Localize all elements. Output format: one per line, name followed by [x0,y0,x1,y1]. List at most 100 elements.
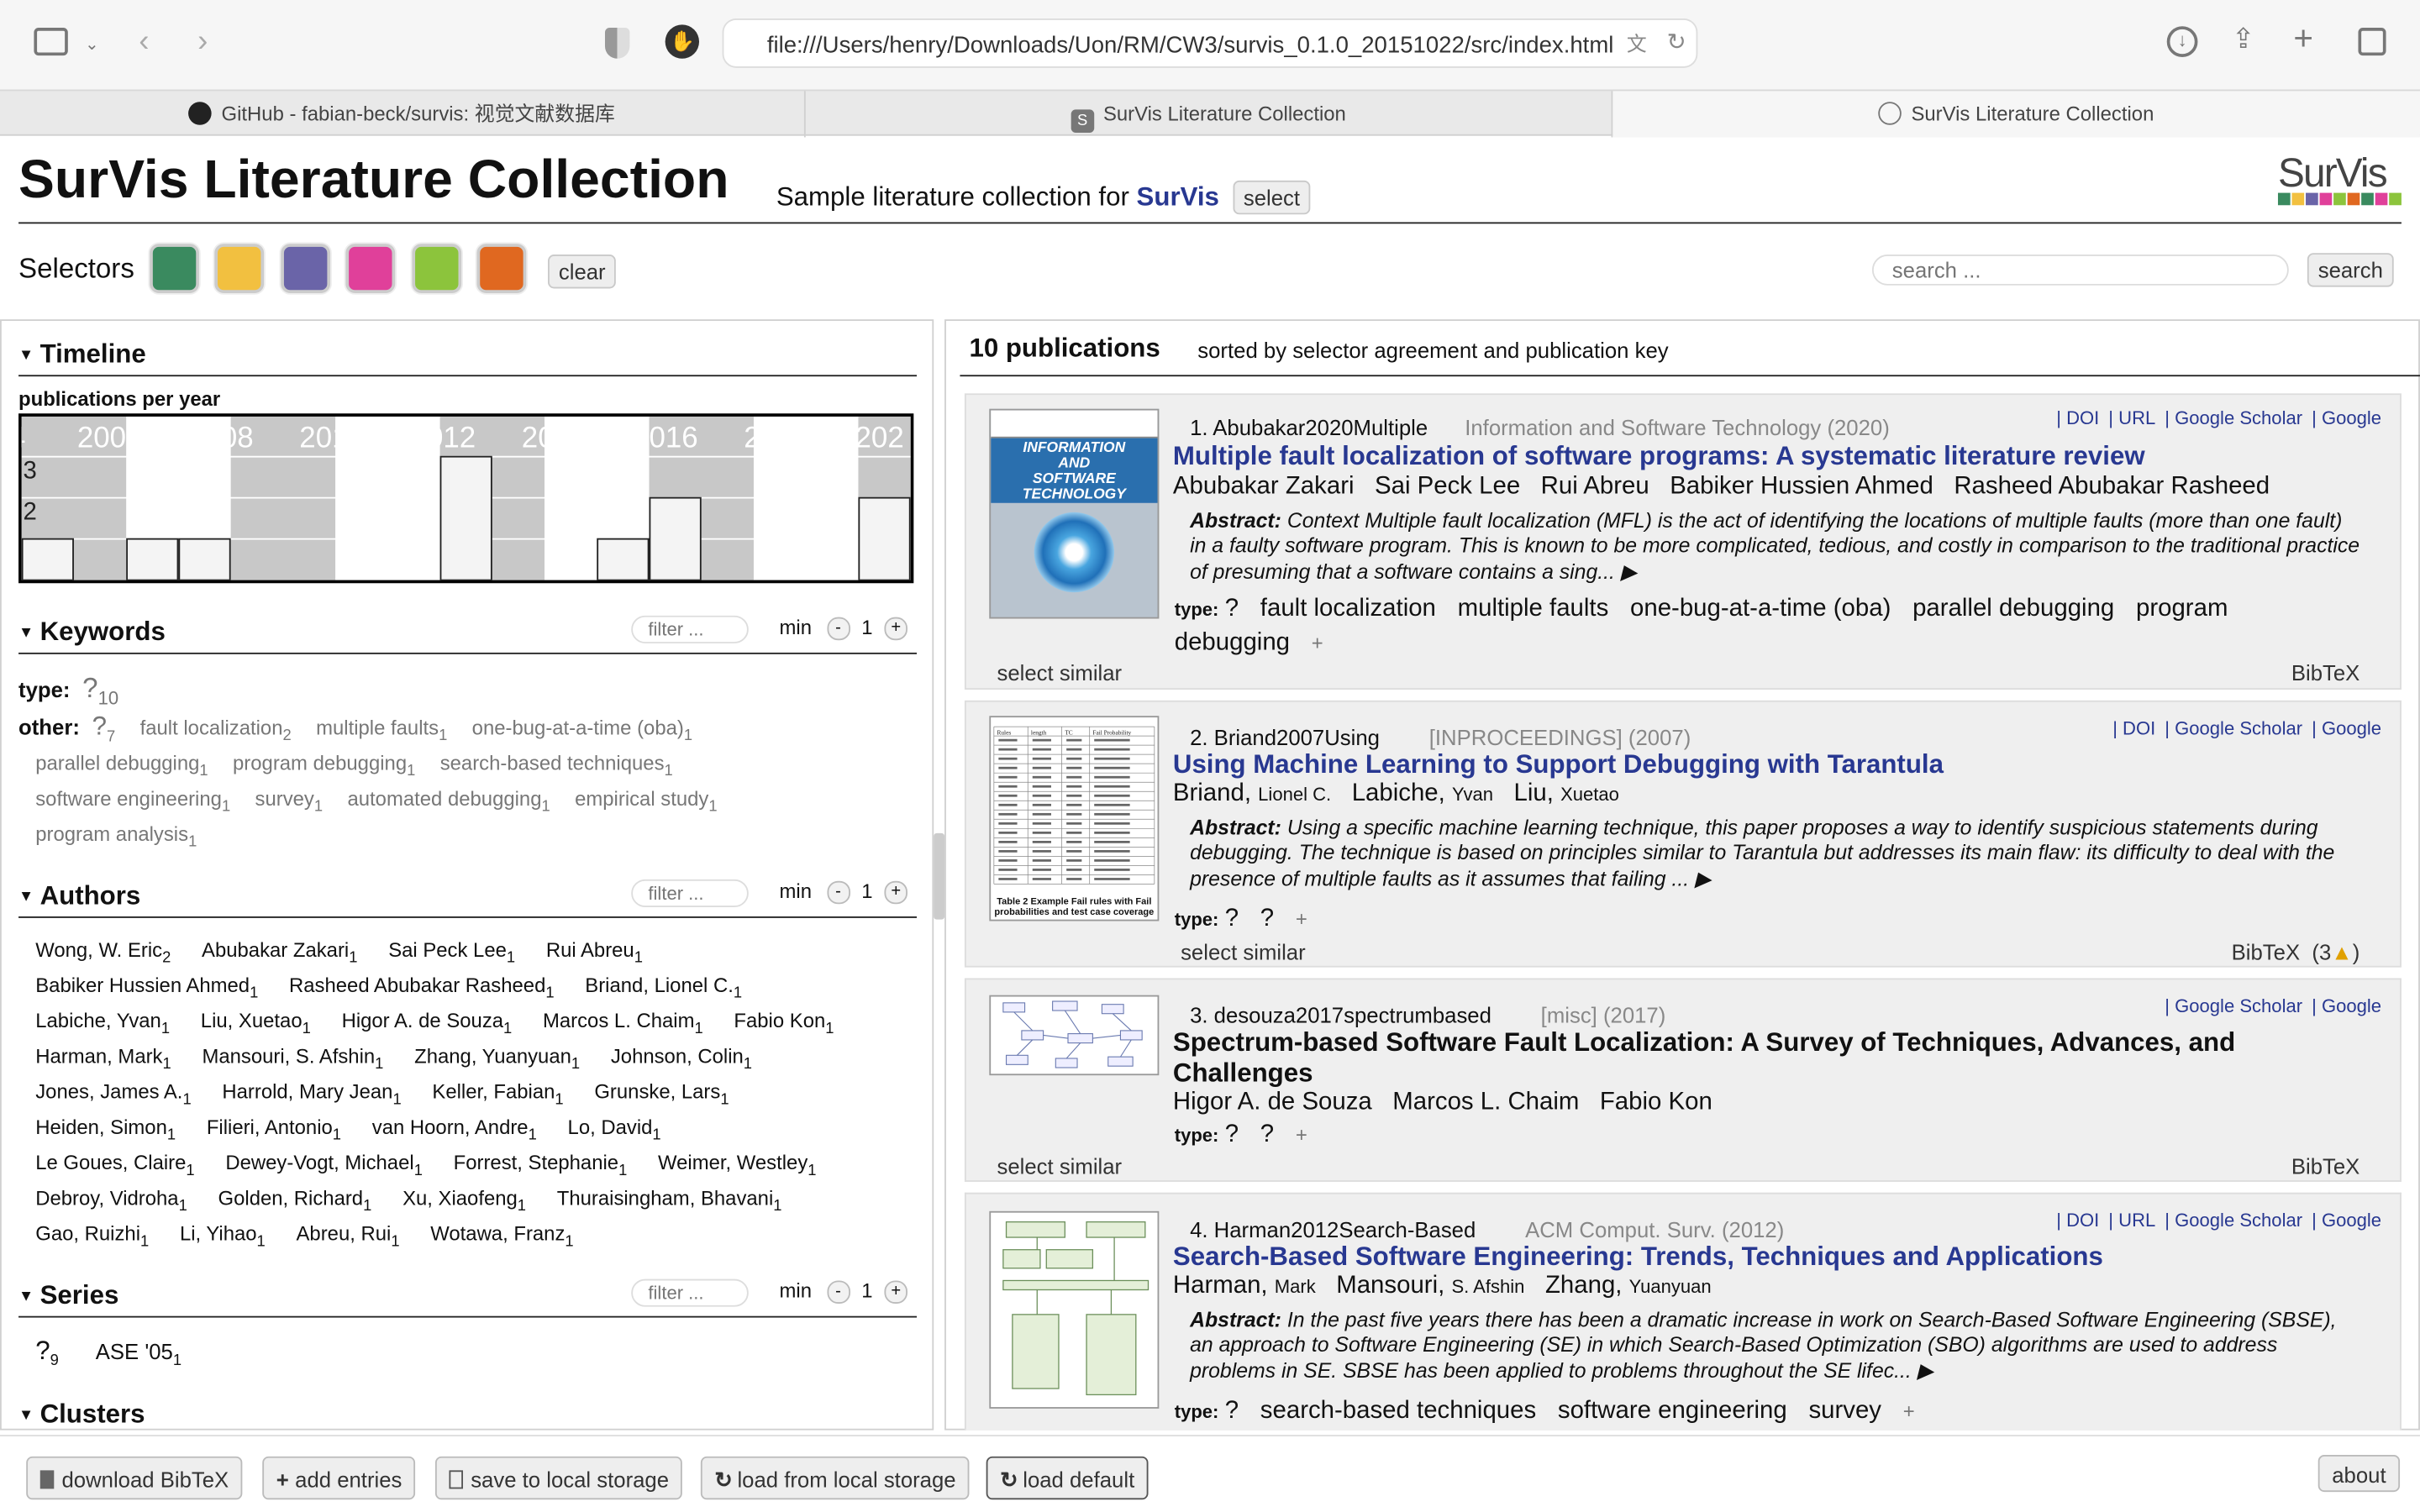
privacy-shield-icon[interactable] [604,28,630,59]
url-link[interactable]: | URL [2108,1210,2155,1231]
authors-filter-input[interactable] [631,879,749,907]
min-decrement-button[interactable]: - [826,617,850,641]
tag[interactable]: ? [1225,596,1239,622]
author-item[interactable]: Weimer, Westley1 [658,1151,816,1179]
clusters-header[interactable]: ▼ Clusters [18,1399,917,1436]
bibtex-link[interactable]: BibTeX [2291,1154,2360,1179]
reload-icon[interactable]: ↻ [1667,28,1686,59]
timeline-bar-2007[interactable] [178,538,231,581]
timeline-bar-2020[interactable] [858,496,911,581]
entry-title[interactable]: Spectrum-based Software Fault Localizati… [1173,1027,2346,1089]
tab-github[interactable]: GitHub - fabian-beck/survis: 视觉文献数据库 [0,91,806,138]
author-item[interactable]: Zhang, Yuanyuan1 [414,1044,580,1073]
timeline-bar-2004[interactable] [21,538,74,581]
min-increment-button[interactable]: + [884,617,908,641]
author-item[interactable]: Harrold, Mary Jean1 [222,1080,401,1109]
keyword-item[interactable]: program analysis1 [35,822,197,851]
author-item[interactable]: Golden, Richard1 [218,1186,372,1215]
keyword-item[interactable]: search-based techniques1 [440,751,673,780]
tag[interactable]: software engineering [1558,1398,1787,1424]
sidebar-toggle-icon[interactable] [34,28,68,56]
url-link[interactable]: | URL [2108,407,2155,429]
share-icon[interactable]: ⇪ [2232,24,2255,55]
select-similar-link[interactable]: select similar [997,1154,1123,1179]
add-tag-button[interactable]: + [1296,1123,1307,1147]
tag[interactable]: multiple faults [1458,596,1609,622]
download-bibtex-button[interactable]: download BibTeX [26,1456,243,1500]
tag[interactable]: one-bug-at-a-time (oba) [1630,596,1891,622]
keywords-filter-input[interactable] [631,615,749,643]
publication-entry[interactable]: INFORMATION AND SOFTWARE TECHNOLOGY 1. A… [964,393,2402,690]
add-entries-button[interactable]: + add entries [262,1456,416,1500]
add-tag-button[interactable]: + [1903,1399,1915,1423]
timeline-chart[interactable]: 4 2006 2008 2010 2012 2014 2016 2018 202 3 2 [9,413,963,584]
min-decrement-button[interactable]: - [826,1280,850,1305]
author-item[interactable]: Thuraisingham, Bhavani1 [557,1186,782,1215]
min-increment-button[interactable]: + [884,1280,908,1305]
tag[interactable]: ? [1260,906,1274,932]
author-item[interactable]: Abreu, Rui1 [297,1222,400,1251]
author-item[interactable]: Wong, W. Eric2 [35,938,171,967]
min-decrement-button[interactable]: - [826,880,850,905]
author-item[interactable]: Fabio Kon1 [734,1009,834,1037]
keyword-item[interactable]: survey1 [255,787,324,816]
keyword-item[interactable]: parallel debugging1 [35,751,208,780]
clear-selectors-button[interactable]: clear [548,255,617,289]
tag[interactable]: parallel debugging [1912,596,2114,622]
search-input[interactable] [1871,255,2289,286]
hand-icon[interactable]: ✋ [665,24,700,59]
author-item[interactable]: Rui Abreu1 [546,938,643,967]
selector-swatch[interactable] [281,244,331,293]
save-local-button[interactable]: save to local storage [434,1456,683,1500]
author-item[interactable]: Filieri, Antonio1 [207,1116,341,1144]
keyword-item[interactable]: multiple faults1 [316,716,447,744]
author-item[interactable]: Le Goues, Claire1 [35,1151,194,1179]
chevron-down-icon[interactable]: ⌄ [85,29,99,60]
author-item[interactable]: Abubakar Zakari1 [202,938,357,967]
keyword-item[interactable]: fault localization2 [140,716,292,744]
translate-icon[interactable]: 文 [1627,29,1647,60]
keyword-item[interactable]: program debugging1 [233,751,415,780]
tag[interactable]: ? [1225,906,1239,932]
author-item[interactable]: Briand, Lionel C.1 [585,974,742,1002]
entry-title[interactable]: Using Machine Learning to Support Debugg… [1173,750,1944,781]
search-button[interactable]: search [2307,253,2394,287]
new-tab-icon[interactable]: + [2293,21,2313,55]
add-tag-button[interactable]: + [1312,631,1323,654]
google-scholar-link[interactable]: | Google Scholar [2165,407,2302,429]
select-similar-link[interactable]: select similar [1181,940,1306,964]
entry-title[interactable]: Multiple fault localization of software … [1173,441,2145,472]
timeline-bar-2012[interactable] [439,455,492,581]
author-item[interactable]: Debroy, Vidroha1 [35,1186,187,1215]
google-scholar-link[interactable]: | Google Scholar [2165,717,2302,739]
authors-header[interactable]: ▼ Authors min - 1 + [18,879,917,918]
google-link[interactable]: | Google [2312,995,2381,1017]
author-item[interactable]: Gao, Ruizhi1 [35,1222,149,1251]
author-item[interactable]: Sai Peck Lee1 [388,938,515,967]
author-item[interactable]: Johnson, Colin1 [611,1044,752,1073]
series-item[interactable]: ASE '051 [96,1339,182,1369]
author-item[interactable]: Grunske, Lars1 [594,1080,729,1109]
forward-icon[interactable]: › [197,26,208,57]
panel-splitter[interactable] [934,832,945,920]
author-item[interactable]: Labiche, Yvan1 [35,1009,170,1037]
author-item[interactable]: van Hoorn, Andre1 [372,1116,537,1144]
series-filter-input[interactable] [631,1278,749,1307]
min-increment-button[interactable]: + [884,880,908,905]
tag[interactable]: fault localization [1260,596,1436,622]
timeline-bar-2006[interactable] [126,538,179,581]
author-item[interactable]: Higor A. de Souza1 [342,1009,513,1037]
author-item[interactable]: Marcos L. Chaim1 [543,1009,703,1037]
author-item[interactable]: Jones, James A.1 [35,1080,191,1109]
select-button[interactable]: select [1232,180,1311,215]
timeline-bar-2015[interactable] [597,538,650,581]
series-item[interactable]: ?9 [35,1336,59,1370]
add-tag-button[interactable]: + [1296,907,1307,931]
google-scholar-link[interactable]: | Google Scholar [2165,995,2302,1017]
survis-link[interactable]: SurVis [1137,182,1219,212]
keywords-header[interactable]: ▼ Keywords min - 1 + [18,615,917,654]
selector-swatch[interactable] [214,244,265,293]
keyword-item[interactable]: automated debugging1 [347,787,550,816]
bibtex-link[interactable]: BibTeX (3▲) [2232,940,2360,964]
load-local-button[interactable]: ↻ load from local storage [700,1456,971,1500]
